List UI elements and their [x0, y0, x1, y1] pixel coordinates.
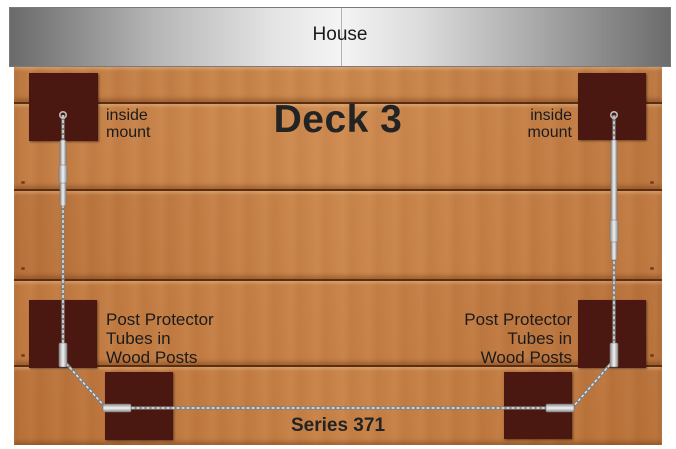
deck-title: Deck 3 [273, 98, 403, 141]
label-post-protector-right: Post Protector Tubes in Wood Posts [464, 310, 572, 367]
cable-railing [58, 111, 619, 413]
protector-tube-right [609, 342, 619, 368]
protector-tube-bottom-left [102, 403, 132, 413]
label-inside-mount-right: inside mount [527, 107, 572, 141]
label-post-protector-left: Post Protector Tubes in Wood Posts [106, 310, 214, 367]
protector-tube-bottom-right [545, 403, 575, 413]
protector-tube-left [58, 342, 68, 368]
label-inside-mount-left: inside mount [106, 107, 151, 141]
series-label: Series 371 [290, 415, 386, 436]
turnbuckle-right-body [609, 219, 619, 243]
turnbuckle-left-body [58, 164, 68, 184]
